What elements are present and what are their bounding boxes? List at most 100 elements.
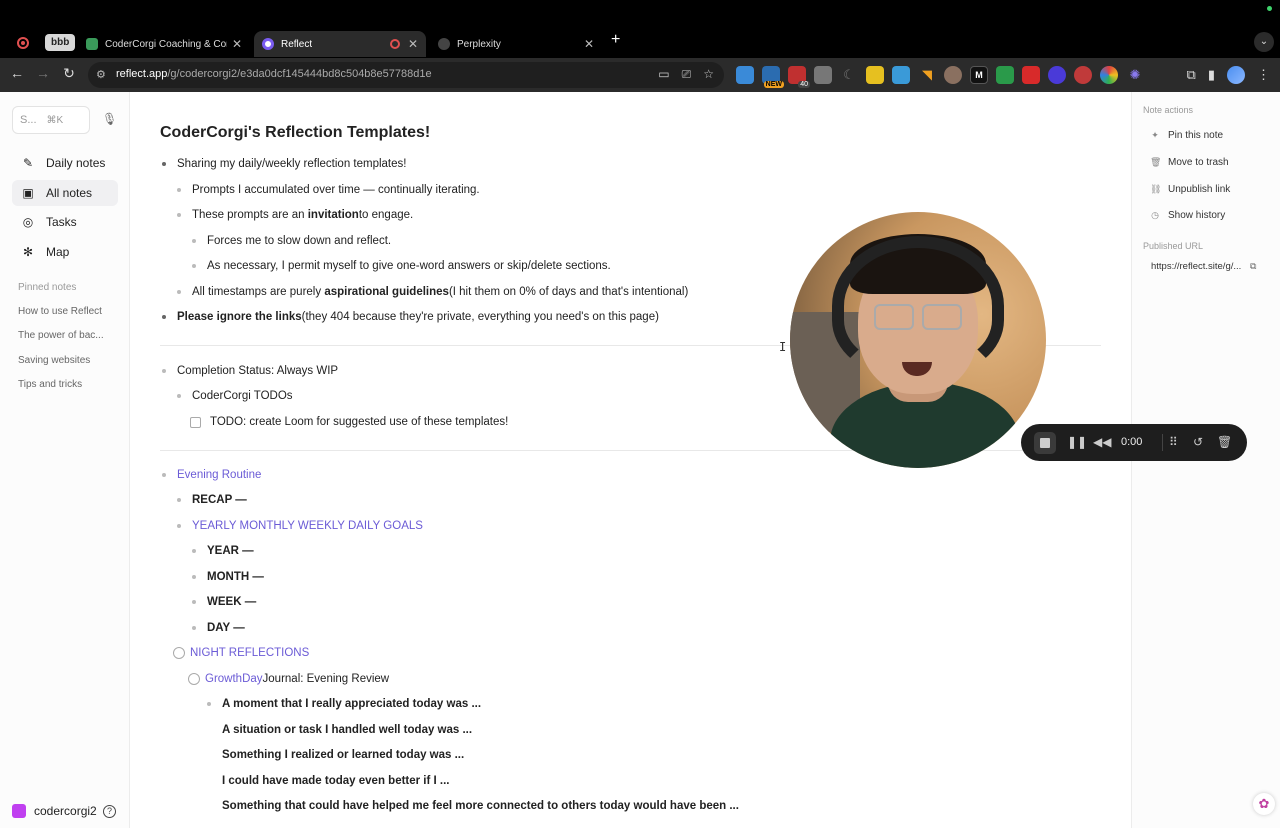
list-item[interactable]: Something I realized or learned today wa… bbox=[222, 749, 464, 761]
backlink[interactable]: NIGHT REFLECTIONS bbox=[190, 647, 309, 659]
todo-item[interactable]: TODO: create Loom for suggested use of t… bbox=[190, 416, 508, 428]
sidebar-item-daily-notes[interactable]: ✎ Daily notes bbox=[12, 150, 118, 176]
bookmark-star-icon[interactable]: ☆ bbox=[703, 67, 714, 82]
sidebar-item-all-notes[interactable]: ▣ All notes bbox=[12, 180, 118, 206]
pinned-note-link[interactable]: Tips and tricks bbox=[18, 379, 118, 390]
tab-group-chip[interactable]: bbb bbox=[45, 34, 76, 51]
list-item-text: (they 404 because they're private, every… bbox=[301, 311, 659, 323]
list-item[interactable]: WEEK — bbox=[192, 596, 256, 608]
list-item[interactable]: Sharing my daily/weekly reflection templ… bbox=[162, 158, 406, 170]
todo-checkbox[interactable] bbox=[190, 416, 201, 428]
camera-icon[interactable]: ▭ bbox=[658, 67, 669, 82]
youtube-icon[interactable] bbox=[1022, 66, 1040, 84]
extension-icon[interactable]: NEW bbox=[762, 66, 784, 88]
ai-assistant-brain-icon[interactable]: ✿ bbox=[1253, 793, 1275, 815]
drive-icon[interactable] bbox=[996, 66, 1014, 84]
list-item[interactable]: DAY — bbox=[192, 622, 245, 634]
medium-icon[interactable]: M bbox=[970, 66, 988, 84]
published-url-link[interactable]: https://reflect.site/g/... bbox=[1151, 261, 1241, 272]
extension-icon[interactable]: 40 bbox=[788, 66, 810, 88]
list-item[interactable]: GrowthDay Journal: Evening Review bbox=[188, 673, 389, 685]
rss-icon[interactable]: ◥ bbox=[918, 66, 936, 84]
puzzle-extensions-icon[interactable]: ⧉ bbox=[1187, 67, 1196, 83]
extension-icon[interactable] bbox=[866, 66, 884, 84]
note-title[interactable]: CoderCorgi's Reflection Templates! bbox=[160, 124, 430, 142]
search-input[interactable]: S... ⌘K bbox=[12, 106, 90, 134]
help-icon[interactable]: ? bbox=[103, 805, 116, 818]
forward-arrow-icon[interactable]: → bbox=[34, 65, 52, 81]
profile-avatar[interactable] bbox=[1227, 66, 1245, 84]
sidebar-item-map[interactable]: ✻ Map bbox=[12, 239, 118, 265]
url-text[interactable]: reflect.app/g/codercorgi2/e3da0dcf145444… bbox=[116, 68, 432, 80]
show-history-button[interactable]: ◷ Show history bbox=[1150, 210, 1225, 221]
unpublish-link-button[interactable]: ⛓ Unpublish link bbox=[1150, 184, 1230, 195]
url-host: reflect.app bbox=[116, 68, 168, 80]
list-item[interactable]: MONTH — bbox=[192, 571, 264, 583]
address-bar[interactable]: ⚙ reflect.app/g/codercorgi2/e3da0dcf1454… bbox=[88, 62, 724, 88]
pinned-note-link[interactable]: Saving websites bbox=[18, 355, 118, 366]
restart-icon[interactable]: ↺ bbox=[1193, 435, 1203, 449]
bullet-icon bbox=[162, 473, 166, 477]
pause-icon[interactable]: ❚❚ bbox=[1067, 435, 1087, 449]
site-info-icon[interactable]: ⚙ bbox=[96, 68, 106, 81]
list-item[interactable]: YEARLY MONTHLY WEEKLY DAILY GOALS bbox=[177, 520, 423, 532]
webcam-bubble[interactable] bbox=[790, 212, 1046, 468]
kebab-menu-icon[interactable]: ⋮ bbox=[1257, 67, 1270, 83]
tab-recording-icon bbox=[390, 39, 400, 49]
cast-icon[interactable]: ⎚ bbox=[682, 67, 692, 82]
close-tab-icon[interactable]: ✕ bbox=[408, 37, 418, 51]
list-item[interactable]: CoderCorgi TODOs bbox=[177, 390, 293, 402]
collapse-toggle-icon[interactable] bbox=[188, 673, 200, 685]
microphone-icon[interactable]: 🎙 bbox=[102, 112, 117, 126]
list-item[interactable]: Forces me to slow down and reflect. bbox=[192, 235, 391, 247]
pinned-note-link[interactable]: How to use Reflect bbox=[18, 306, 118, 317]
list-item[interactable]: Something that could have helped me feel… bbox=[222, 800, 739, 812]
back-arrow-icon[interactable]: ← bbox=[8, 65, 26, 81]
list-item[interactable]: These prompts are an invitation to engag… bbox=[177, 209, 413, 221]
rewind-icon[interactable]: ◀◀ bbox=[1093, 435, 1111, 449]
moon-icon[interactable]: ☾ bbox=[840, 66, 858, 84]
extension-icon[interactable] bbox=[944, 66, 962, 84]
list-item[interactable]: NIGHT REFLECTIONS bbox=[173, 647, 309, 659]
backlink[interactable]: Evening Routine bbox=[177, 469, 261, 481]
pin-note-button[interactable]: ✦ Pin this note bbox=[1150, 130, 1223, 141]
tab-reflect[interactable]: Reflect ✕ bbox=[254, 31, 426, 57]
copy-icon[interactable]: ⧉ bbox=[1250, 261, 1256, 272]
extension-icon[interactable] bbox=[736, 66, 754, 84]
list-item[interactable]: All timestamps are purely aspirational g… bbox=[177, 286, 688, 298]
list-item[interactable]: As necessary, I permit myself to give on… bbox=[192, 260, 611, 272]
extension-icon[interactable] bbox=[814, 66, 832, 84]
backlink[interactable]: GrowthDay bbox=[205, 673, 263, 685]
close-tab-icon[interactable]: ✕ bbox=[584, 37, 594, 51]
list-item[interactable]: A moment that I really appreciated today… bbox=[207, 698, 481, 710]
list-item[interactable]: I could have made today even better if I… bbox=[222, 775, 450, 787]
extension-icon[interactable] bbox=[1074, 66, 1092, 84]
extension-icon[interactable] bbox=[1100, 66, 1118, 84]
tab-codercorgi[interactable]: CoderCorgi Coaching & Cons ✕ bbox=[78, 31, 250, 57]
stop-recording-button[interactable] bbox=[1034, 432, 1056, 454]
list-item[interactable]: RECAP — bbox=[177, 494, 247, 506]
pinned-note-link[interactable]: The power of bac... bbox=[18, 330, 118, 341]
close-tab-icon[interactable]: ✕ bbox=[232, 37, 242, 51]
list-item[interactable]: Completion Status: Always WIP bbox=[162, 365, 338, 377]
drag-handle-icon[interactable]: ⠿ bbox=[1169, 435, 1178, 449]
reload-icon[interactable]: ↻ bbox=[60, 65, 78, 82]
user-account[interactable]: codercorgi2 bbox=[12, 804, 97, 818]
list-item[interactable]: Please ignore the links (they 404 becaus… bbox=[162, 311, 659, 323]
sidebar-item-tasks[interactable]: ◎ Tasks bbox=[12, 209, 118, 235]
tab-search-chevron-icon[interactable]: ⌄ bbox=[1254, 32, 1274, 52]
gear-extension-icon[interactable]: ✺ bbox=[1126, 66, 1144, 84]
new-tab-plus-icon[interactable]: + bbox=[611, 31, 620, 49]
list-item[interactable]: Prompts I accumulated over time — contin… bbox=[177, 184, 480, 196]
move-to-trash-button[interactable]: 🗑 Move to trash bbox=[1150, 157, 1229, 168]
extension-icon[interactable] bbox=[1048, 66, 1066, 84]
list-item[interactable]: YEAR — bbox=[192, 545, 254, 557]
backlink[interactable]: YEARLY MONTHLY WEEKLY DAILY GOALS bbox=[192, 520, 423, 532]
collapse-toggle-icon[interactable] bbox=[173, 647, 185, 659]
trash-icon[interactable]: 🗑 bbox=[1217, 435, 1232, 449]
extension-icon[interactable] bbox=[892, 66, 910, 84]
tab-perplexity[interactable]: Perplexity ✕ bbox=[430, 31, 602, 57]
list-item[interactable]: A situation or task I handled well today… bbox=[222, 724, 472, 736]
list-item[interactable]: Evening Routine bbox=[162, 469, 261, 481]
side-panel-icon[interactable]: ▮ bbox=[1208, 67, 1215, 83]
